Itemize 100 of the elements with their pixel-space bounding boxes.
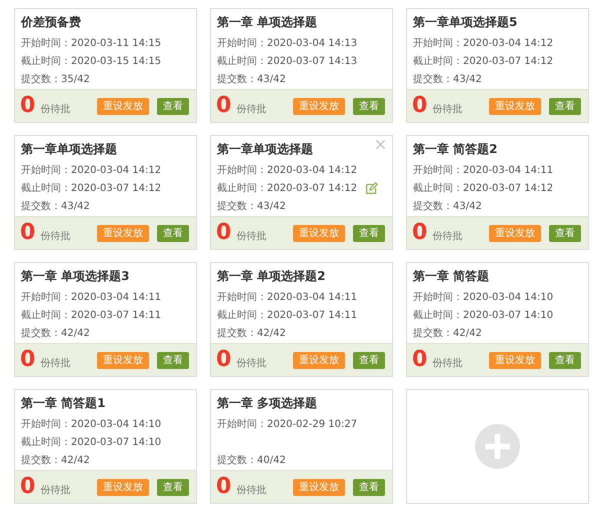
- field-label: 开始时间：: [21, 164, 71, 177]
- field-label: 截止时间：: [217, 182, 267, 195]
- card-title: 第一章 单项选择题: [217, 14, 318, 31]
- field-label: 开始时间：: [21, 36, 71, 50]
- pending-count: 0: [412, 349, 428, 371]
- pending-label: 份待批: [236, 356, 266, 370]
- field-value: 2020-03-07 14:12: [71, 182, 162, 194]
- pending-label: 份待批: [432, 356, 462, 370]
- field-value: 2020-03-07 14:10: [71, 436, 162, 448]
- pending-count: 0: [216, 222, 232, 244]
- card-title: 价差预备费: [21, 14, 81, 31]
- card-title: 第一章单项选择题: [217, 141, 313, 158]
- view-button[interactable]: 查看: [549, 352, 581, 368]
- pending-label: 份待批: [40, 484, 70, 497]
- field-label: 截止时间：: [217, 54, 267, 68]
- pending-count: 0: [20, 222, 36, 244]
- reset-button[interactable]: 重设发放: [489, 224, 541, 242]
- field-label: 提交数：: [217, 454, 257, 467]
- view-button[interactable]: 查看: [549, 98, 581, 114]
- field-value: 2020-03-04 14:12: [463, 38, 554, 48]
- field-label: 提交数：: [21, 326, 61, 340]
- card-title: 第一章 单项选择题3: [21, 268, 130, 285]
- view-button[interactable]: 查看: [157, 98, 189, 114]
- field-label: 提交数：: [413, 200, 453, 213]
- view-button[interactable]: 查看: [157, 352, 189, 368]
- field-value: 2020-03-07 14:12: [463, 56, 554, 66]
- field-label: 开始时间：: [217, 290, 267, 304]
- reset-button[interactable]: 重设发放: [97, 224, 149, 242]
- card-title: 第一章 单项选择题2: [217, 268, 326, 285]
- pending-label: 份待批: [236, 102, 266, 116]
- pending-label: 份待批: [432, 102, 462, 116]
- pending-count: 0: [216, 349, 232, 371]
- field-value: 2020-02-29 10:27: [267, 418, 358, 430]
- pending-label: 份待批: [236, 230, 266, 243]
- add-card[interactable]: [406, 389, 589, 504]
- field-label: 开始时间：: [413, 36, 463, 50]
- edit-icon[interactable]: [365, 182, 378, 194]
- field-label: 开始时间：: [413, 164, 463, 177]
- field-value: 2020-03-11 14:15: [71, 38, 162, 48]
- field-value: 2020-03-07 14:11: [71, 310, 162, 320]
- field-value: 2020-03-04 14:11: [463, 164, 554, 176]
- reset-button[interactable]: 重设发放: [97, 98, 149, 114]
- field-value: 35/42: [61, 74, 90, 84]
- view-button[interactable]: 查看: [549, 224, 581, 242]
- field-label: 提交数：: [413, 72, 453, 86]
- field-value: 42/42: [61, 454, 90, 466]
- field-value: 43/42: [257, 200, 286, 212]
- field-value: 2020-03-04 14:11: [267, 292, 358, 302]
- field-value: 2020-03-04 14:13: [267, 38, 358, 48]
- card-title: 第一章 简答题: [413, 268, 490, 285]
- reset-button[interactable]: 重设发放: [489, 352, 541, 368]
- card-title: 第一章单项选择题: [21, 141, 117, 158]
- view-button[interactable]: 查看: [157, 224, 189, 242]
- reset-button[interactable]: 重设发放: [293, 352, 345, 368]
- field-label: 提交数：: [21, 200, 61, 213]
- field-value: 42/42: [61, 328, 90, 338]
- field-label: 截止时间：: [413, 182, 463, 195]
- pending-label: 份待批: [40, 230, 70, 243]
- reset-button[interactable]: 重设发放: [97, 478, 149, 496]
- field-value: 2020-03-07 14:13: [267, 56, 358, 66]
- field-label: 提交数：: [217, 200, 257, 213]
- pending-label: 份待批: [432, 230, 462, 243]
- field-value: 43/42: [453, 74, 482, 84]
- field-label: 截止时间：: [413, 308, 463, 322]
- reset-button[interactable]: 重设发放: [489, 98, 541, 114]
- field-label: 提交数：: [217, 326, 257, 340]
- field-label: 截止时间：: [21, 182, 71, 195]
- field-value: 2020-03-07 14:12: [267, 182, 358, 194]
- field-value: 43/42: [257, 74, 286, 84]
- field-value: 43/42: [61, 200, 90, 212]
- pending-label: 份待批: [236, 484, 266, 497]
- field-value: 2020-03-04 14:11: [71, 292, 162, 302]
- field-label: 提交数：: [21, 72, 61, 86]
- close-icon[interactable]: [375, 139, 386, 150]
- view-button[interactable]: 查看: [353, 98, 385, 114]
- field-label: 截止时间：: [217, 308, 267, 322]
- reset-button[interactable]: 重设发放: [293, 478, 345, 496]
- pending-count: 0: [20, 476, 36, 498]
- view-button[interactable]: 查看: [353, 478, 385, 496]
- pending-count: 0: [412, 222, 428, 244]
- field-value: 2020-03-04 14:10: [463, 292, 554, 302]
- field-label: 开始时间：: [217, 418, 267, 431]
- field-value: 2020-03-07 14:11: [267, 310, 358, 320]
- view-button[interactable]: 查看: [353, 224, 385, 242]
- field-label: 开始时间：: [217, 36, 267, 50]
- field-value: 2020-03-07 14:10: [463, 310, 554, 320]
- pending-count: 0: [216, 476, 232, 498]
- view-button[interactable]: 查看: [157, 478, 189, 496]
- field-value: 2020-03-04 14:12: [71, 164, 162, 176]
- field-value: 40/42: [257, 454, 286, 466]
- field-value: 42/42: [257, 328, 286, 338]
- reset-button[interactable]: 重设发放: [293, 98, 345, 114]
- view-button[interactable]: 查看: [353, 352, 385, 368]
- field-label: 截止时间：: [413, 54, 463, 68]
- pending-label: 份待批: [40, 102, 70, 116]
- pending-count: 0: [412, 95, 428, 117]
- field-label: 开始时间：: [413, 290, 463, 304]
- reset-button[interactable]: 重设发放: [97, 352, 149, 368]
- field-value: 42/42: [453, 328, 482, 338]
- reset-button[interactable]: 重设发放: [293, 224, 345, 242]
